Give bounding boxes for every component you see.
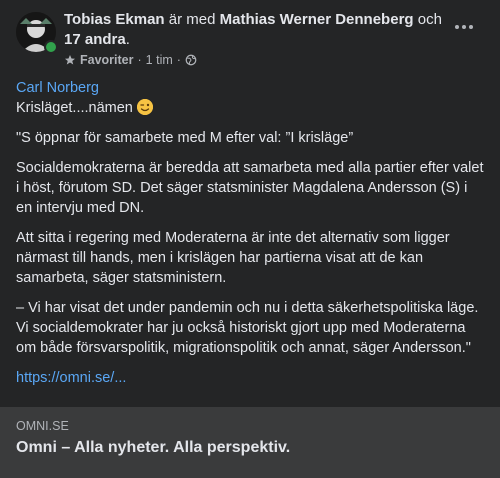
tagged-person[interactable]: Mathias Werner Denneberg xyxy=(220,11,414,28)
paragraph: "S öppnar för samarbete med M efter val:… xyxy=(16,130,354,146)
more-options-button[interactable] xyxy=(452,22,476,32)
post-intro: Krisläget....nämen xyxy=(16,98,486,118)
post-title: Tobias Ekman är med Mathias Werner Denne… xyxy=(64,10,454,50)
dot-icon xyxy=(462,25,466,29)
globe-icon xyxy=(185,54,197,66)
meta-separator: · xyxy=(137,53,142,67)
paragraph: – Vi har visat det under pandemin och nu… xyxy=(16,300,479,356)
paragraph: Socialdemokraterna är beredda att samarb… xyxy=(16,160,484,216)
with-text: är med xyxy=(164,11,220,28)
facebook-post: Tobias Ekman är med Mathias Werner Denne… xyxy=(0,0,500,478)
author-name[interactable]: Tobias Ekman xyxy=(64,11,165,28)
winking-face-emoji-icon xyxy=(136,99,153,115)
quote-author-link[interactable]: Carl Norberg xyxy=(16,78,486,98)
dot-icon xyxy=(455,25,459,29)
post-header: Tobias Ekman är med Mathias Werner Denne… xyxy=(16,10,486,70)
meta-separator-2: · xyxy=(176,53,181,67)
star-icon xyxy=(65,55,75,65)
online-status-dot xyxy=(44,40,58,54)
audience-label[interactable]: Favoriter xyxy=(80,53,134,67)
preview-title[interactable]: Omni – Alla nyheter. Alla perspektiv. xyxy=(16,439,290,457)
post-content: Carl Norberg Krisläget....nämen "S öppna… xyxy=(16,78,486,398)
post-time[interactable]: 1 tim xyxy=(146,53,173,67)
paragraph: Att sitta i regering med Moderaterna är … xyxy=(16,230,450,286)
post-meta: Favoriter · 1 tim · xyxy=(64,53,197,67)
tagged-others[interactable]: 17 andra xyxy=(64,31,126,48)
link-preview-card[interactable]: OMNI.SE Omni – Alla nyheter. Alla perspe… xyxy=(0,407,500,478)
link-paragraph: https://omni.se/... xyxy=(16,368,486,388)
preview-domain: OMNI.SE xyxy=(16,419,69,433)
and-text: och xyxy=(413,11,442,28)
omni-link[interactable]: https://omni.se/... xyxy=(16,370,126,386)
intro-text: Krisläget....nämen xyxy=(16,100,133,116)
dot-icon xyxy=(469,25,473,29)
title-dot: . xyxy=(125,31,130,48)
